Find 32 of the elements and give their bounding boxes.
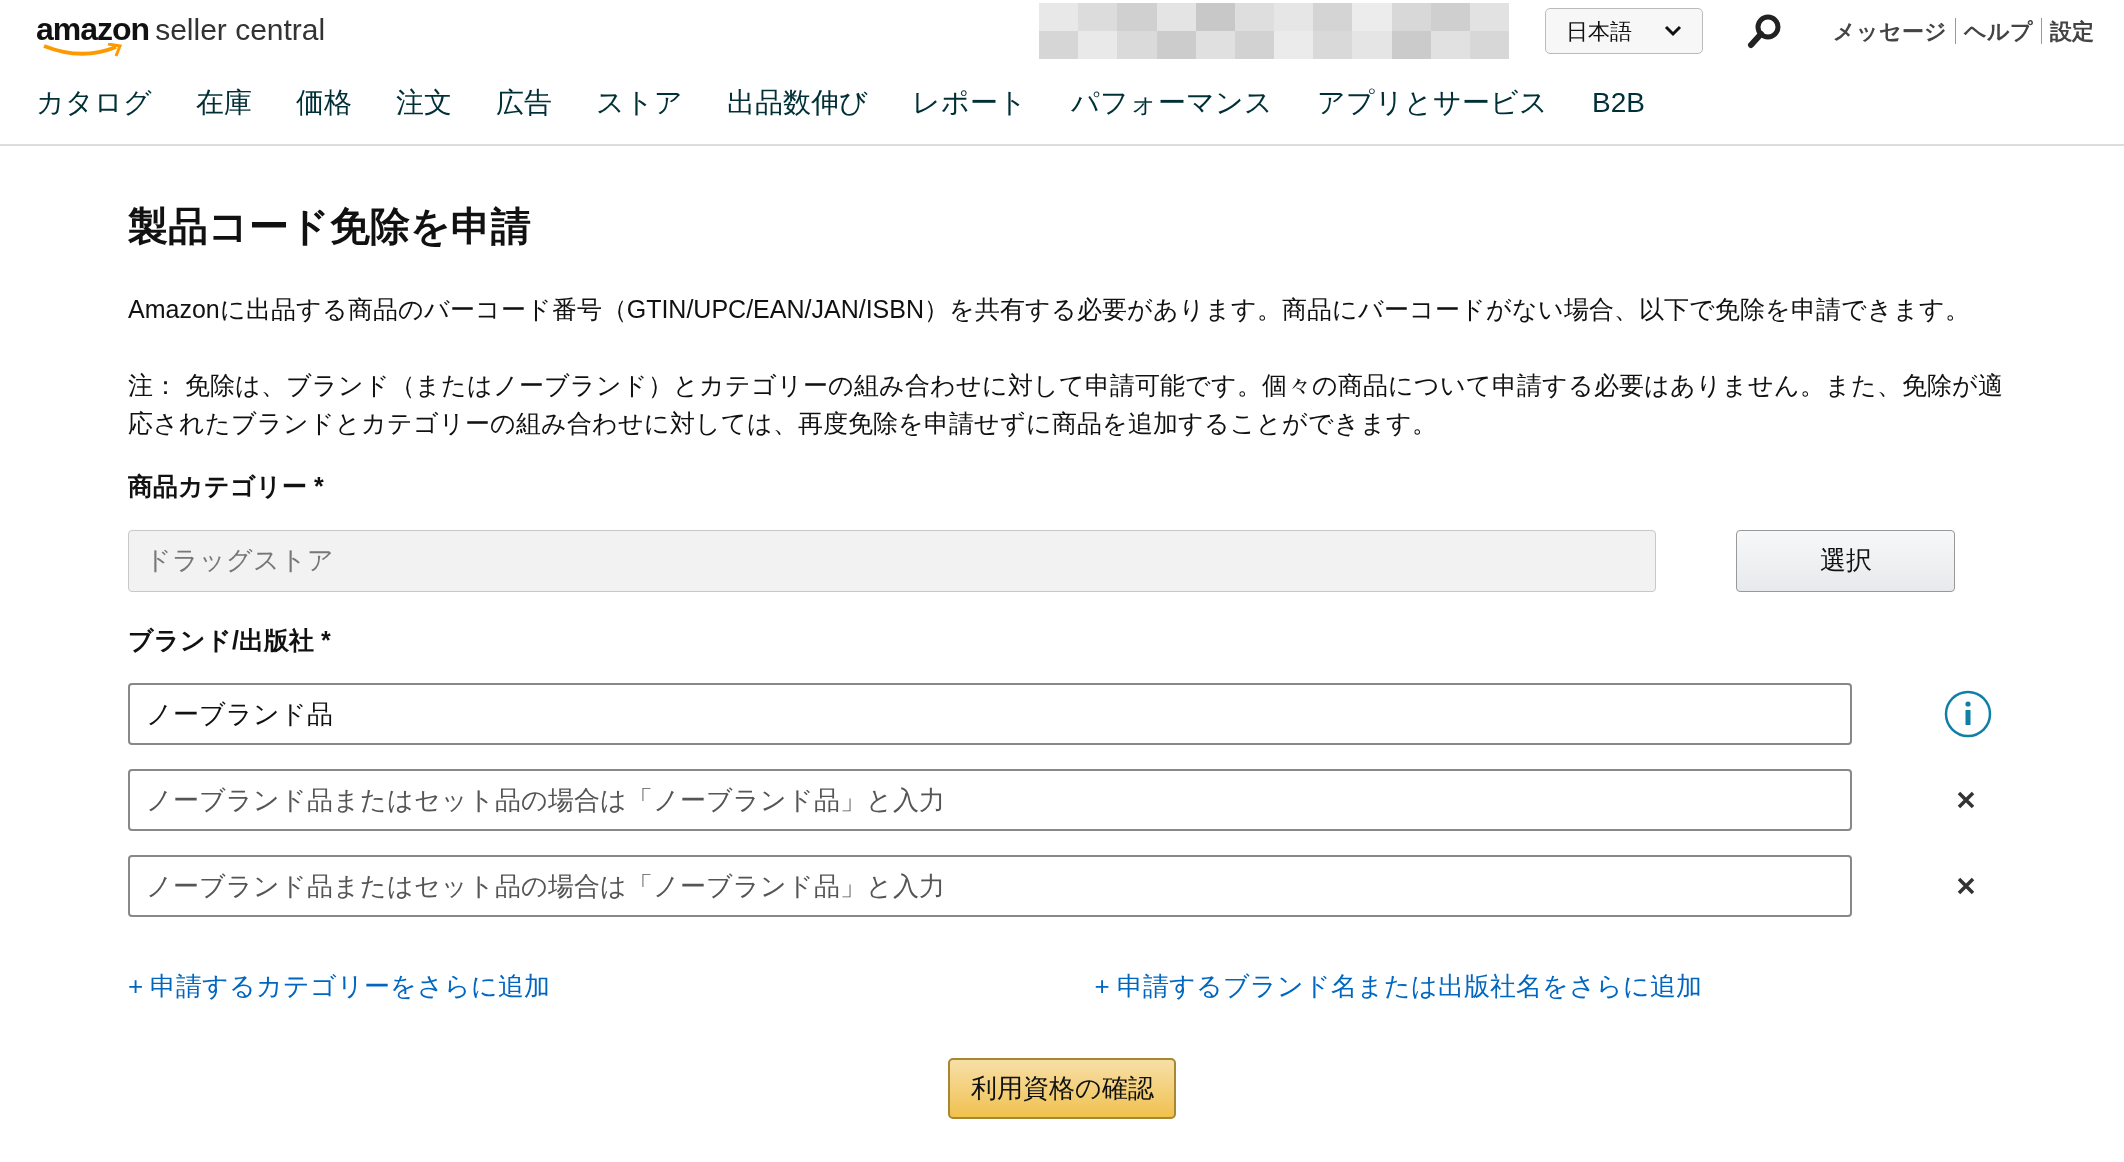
add-link[interactable]: + 申請するカテゴリーをさらに追加: [128, 967, 551, 1006]
nav-tab[interactable]: パフォーマンス: [1071, 82, 1273, 124]
nav-tab[interactable]: ストア: [596, 82, 683, 124]
check-eligibility-button[interactable]: 利用資格の確認: [948, 1058, 1176, 1119]
field-label: 商品カテゴリー *: [128, 471, 325, 502]
page-title: 製品コード免除を申請: [128, 203, 532, 250]
nav-tab[interactable]: アプリとサービス: [1317, 82, 1548, 124]
nav-tab[interactable]: レポート: [912, 82, 1027, 124]
nav-tab[interactable]: カタログ: [36, 82, 152, 124]
header-link[interactable]: 設定: [2050, 14, 2094, 48]
brand-field[interactable]: ノーブランド品: [128, 683, 1852, 745]
language-dropdown[interactable]: 日本語: [1545, 8, 1703, 54]
note-paragraph: 注： 免除は、ブランド（またはノーブランド）とカテゴリーの組み合わせに対して申請可能です。個々の商品について申請する必要はありません。また、免除が適応されたブランドとカテゴリーの組み合わせに対しては、再度免除を申請せずに商品を追加することができます。: [128, 370, 2004, 439]
brand-field[interactable]: ノーブランド品またはセット品の場合は「ノーブランド品」と入力: [128, 769, 1852, 831]
search-icon[interactable]: [1747, 13, 1783, 49]
info-icon[interactable]: [1944, 690, 1992, 738]
nav-tab[interactable]: 広告: [496, 82, 552, 124]
nav-tab[interactable]: 在庫: [196, 82, 252, 124]
nav-tab[interactable]: 価格: [296, 82, 352, 124]
chevron-down-icon: [1664, 25, 1682, 37]
logo[interactable]: amazon seller central: [36, 5, 366, 57]
intro-paragraph: Amazonに出品する商品のバーコード番号（GTIN/UPC/EAN/JAN/ISBN）を共有する必要があります。商品にバーコードがない場合、以下で免除を申請できます。: [128, 294, 1971, 325]
header-link[interactable]: メッセージ: [1833, 14, 1947, 48]
nav-tab[interactable]: B2B: [1592, 82, 1645, 124]
header-link[interactable]: ヘルプ: [1964, 14, 2033, 48]
brand-field[interactable]: ノーブランド品またはセット品の場合は「ノーブランド品」と入力: [128, 855, 1852, 917]
field-label: ブランド/出版社 *: [128, 624, 332, 656]
add-link[interactable]: + 申請するブランド名または出版社名をさらに追加: [1094, 967, 1702, 1006]
nav-tab[interactable]: 注文: [396, 82, 452, 124]
nav-tab[interactable]: 出品数伸び: [727, 82, 868, 124]
close-icon[interactable]: [1956, 876, 1976, 896]
close-icon[interactable]: [1956, 790, 1976, 810]
